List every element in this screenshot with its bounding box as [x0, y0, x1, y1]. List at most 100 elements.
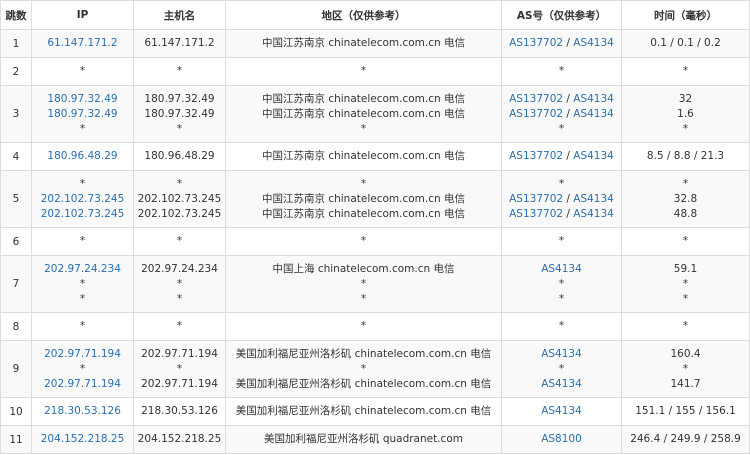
- as-line: AS4134: [503, 347, 621, 362]
- no-response-marker: *: [558, 65, 565, 77]
- as-separator: /: [563, 150, 574, 162]
- table-row: 3 180.97.32.49 180.97.32.49 * 180.97.32.49 18…: [0, 85, 750, 143]
- time-cell: 59.1 * *: [621, 255, 750, 313]
- no-response-marker: *: [360, 177, 367, 190]
- host-cell: 180.97.32.49 180.97.32.49 *: [133, 85, 226, 143]
- no-response-marker: *: [176, 362, 183, 375]
- as-link[interactable]: AS137702: [509, 108, 563, 120]
- as-link[interactable]: AS4134: [573, 93, 614, 105]
- latency-value: 32: [678, 92, 693, 105]
- latency-value: 59.1: [673, 262, 698, 275]
- latency-value: 151.1 / 155 / 156.1: [635, 405, 736, 417]
- as-link[interactable]: AS8100: [541, 433, 582, 445]
- as-link[interactable]: AS137702: [509, 193, 563, 205]
- host-cell: *: [133, 227, 226, 256]
- hop-number: 9: [12, 363, 20, 375]
- as-link[interactable]: AS4134: [573, 150, 614, 162]
- time-cell: 246.4 / 249.9 / 258.9: [621, 425, 750, 454]
- as-link[interactable]: AS4134: [573, 208, 614, 220]
- ip-cell: 202.97.71.194 * 202.97.71.194: [31, 340, 134, 398]
- no-response-marker: *: [360, 277, 367, 290]
- latency-value: 141.7: [670, 377, 701, 390]
- as-cell: AS4134 * *: [501, 255, 622, 313]
- as-link[interactable]: AS4134: [541, 263, 582, 275]
- ip-link[interactable]: 180.97.32.49: [33, 92, 133, 107]
- ip-link[interactable]: 204.152.218.25: [33, 432, 133, 447]
- ip-link[interactable]: 202.97.24.234: [33, 262, 133, 277]
- ip-link[interactable]: 202.102.73.245: [33, 207, 133, 222]
- hop-cell: 2: [0, 57, 32, 86]
- ip-link[interactable]: 61.147.171.2: [33, 36, 133, 51]
- no-response-marker: *: [176, 292, 183, 305]
- time-cell: 0.1 / 0.1 / 0.2: [621, 29, 750, 58]
- region-cell: 中国江苏南京 chinatelecom.com.cn 电信: [225, 142, 502, 171]
- hostname: 61.147.171.2: [144, 37, 215, 49]
- ip-link[interactable]: 202.97.71.194: [33, 347, 133, 362]
- as-separator: /: [563, 92, 574, 105]
- table-row: 1 61.147.171.2 61.147.171.2 中国江苏南京 chinatel…: [0, 29, 750, 58]
- as-line: AS4134: [503, 262, 621, 277]
- no-response-marker: *: [682, 362, 689, 375]
- no-response-marker: *: [79, 177, 86, 190]
- as-separator: /: [563, 107, 574, 120]
- host-cell: 180.96.48.29: [133, 142, 226, 171]
- latency-value: 1.6: [677, 107, 694, 120]
- ip-cell: 202.97.24.234 * *: [31, 255, 134, 313]
- no-response-marker: *: [79, 362, 86, 375]
- as-link[interactable]: AS137702: [509, 37, 563, 49]
- ip-link[interactable]: 180.97.32.49: [33, 107, 133, 122]
- as-link[interactable]: AS137702: [509, 208, 563, 220]
- region-text: 美国加利福尼亚州洛杉矶 chinatelecom.com.cn 电信: [235, 377, 492, 390]
- as-link[interactable]: AS4134: [573, 37, 614, 49]
- hostname: 218.30.53.126: [141, 405, 218, 417]
- ip-link[interactable]: 202.97.71.194: [33, 377, 133, 392]
- time-cell: 151.1 / 155 / 156.1: [621, 397, 750, 426]
- no-response-marker: *: [682, 177, 689, 190]
- table-row: 6 * * * * *: [0, 227, 750, 256]
- host-cell: 202.97.71.194 * 202.97.71.194: [133, 340, 226, 398]
- no-response-marker: *: [558, 122, 565, 135]
- region-cell: 中国江苏南京 chinatelecom.com.cn 电信 中国江苏南京 chin…: [225, 85, 502, 143]
- traceroute-table: 跳数 IP 主机名 地区（仅供参考） AS号（仅供参考） 时间（毫秒） 1 61.…: [0, 0, 750, 454]
- as-line: AS137702 / AS4134: [503, 36, 621, 51]
- ip-cell: *: [31, 312, 134, 341]
- time-cell: *: [621, 57, 750, 86]
- time-cell: 8.5 / 8.8 / 21.3: [621, 142, 750, 171]
- no-response-marker: *: [682, 122, 689, 135]
- hostname: 180.97.32.49: [144, 107, 215, 120]
- no-response-marker: *: [79, 292, 86, 305]
- ip-cell: 180.97.32.49 180.97.32.49 *: [31, 85, 134, 143]
- as-link[interactable]: AS4134: [541, 405, 582, 417]
- ip-cell: *: [31, 57, 134, 86]
- table-row: 2 * * * * *: [0, 57, 750, 86]
- hop-cell: 8: [0, 312, 32, 341]
- ip-link[interactable]: 202.102.73.245: [33, 192, 133, 207]
- as-link[interactable]: AS4134: [573, 193, 614, 205]
- hop-cell: 3: [0, 85, 32, 143]
- latency-value: 0.1 / 0.1 / 0.2: [650, 37, 721, 49]
- no-response-marker: *: [558, 277, 565, 290]
- region-cell: 中国上海 chinatelecom.com.cn 电信 * *: [225, 255, 502, 313]
- as-link[interactable]: AS4134: [541, 348, 582, 360]
- as-link[interactable]: AS137702: [509, 93, 563, 105]
- as-link[interactable]: AS4134: [573, 108, 614, 120]
- host-cell: *: [133, 312, 226, 341]
- column-header-region: 地区（仅供参考）: [225, 0, 502, 30]
- hostname: 202.97.71.194: [141, 377, 218, 390]
- hop-cell: 6: [0, 227, 32, 256]
- as-cell: * AS137702 / AS4134 AS137702 / AS4134: [501, 170, 622, 228]
- no-response-marker: *: [176, 122, 183, 135]
- ip-link[interactable]: 218.30.53.126: [33, 404, 133, 419]
- as-link[interactable]: AS4134: [541, 378, 582, 390]
- hop-cell: 5: [0, 170, 32, 228]
- latency-value: 246.4 / 249.9 / 258.9: [630, 433, 741, 445]
- hop-number: 3: [12, 108, 20, 120]
- ip-cell: 180.96.48.29: [31, 142, 134, 171]
- ip-link[interactable]: 180.96.48.29: [33, 149, 133, 164]
- as-link[interactable]: AS137702: [509, 150, 563, 162]
- ip-cell: 61.147.171.2: [31, 29, 134, 58]
- no-response-marker: *: [360, 362, 367, 375]
- no-response-marker: *: [360, 320, 367, 332]
- host-cell: 202.97.24.234 * *: [133, 255, 226, 313]
- no-response-marker: *: [682, 277, 689, 290]
